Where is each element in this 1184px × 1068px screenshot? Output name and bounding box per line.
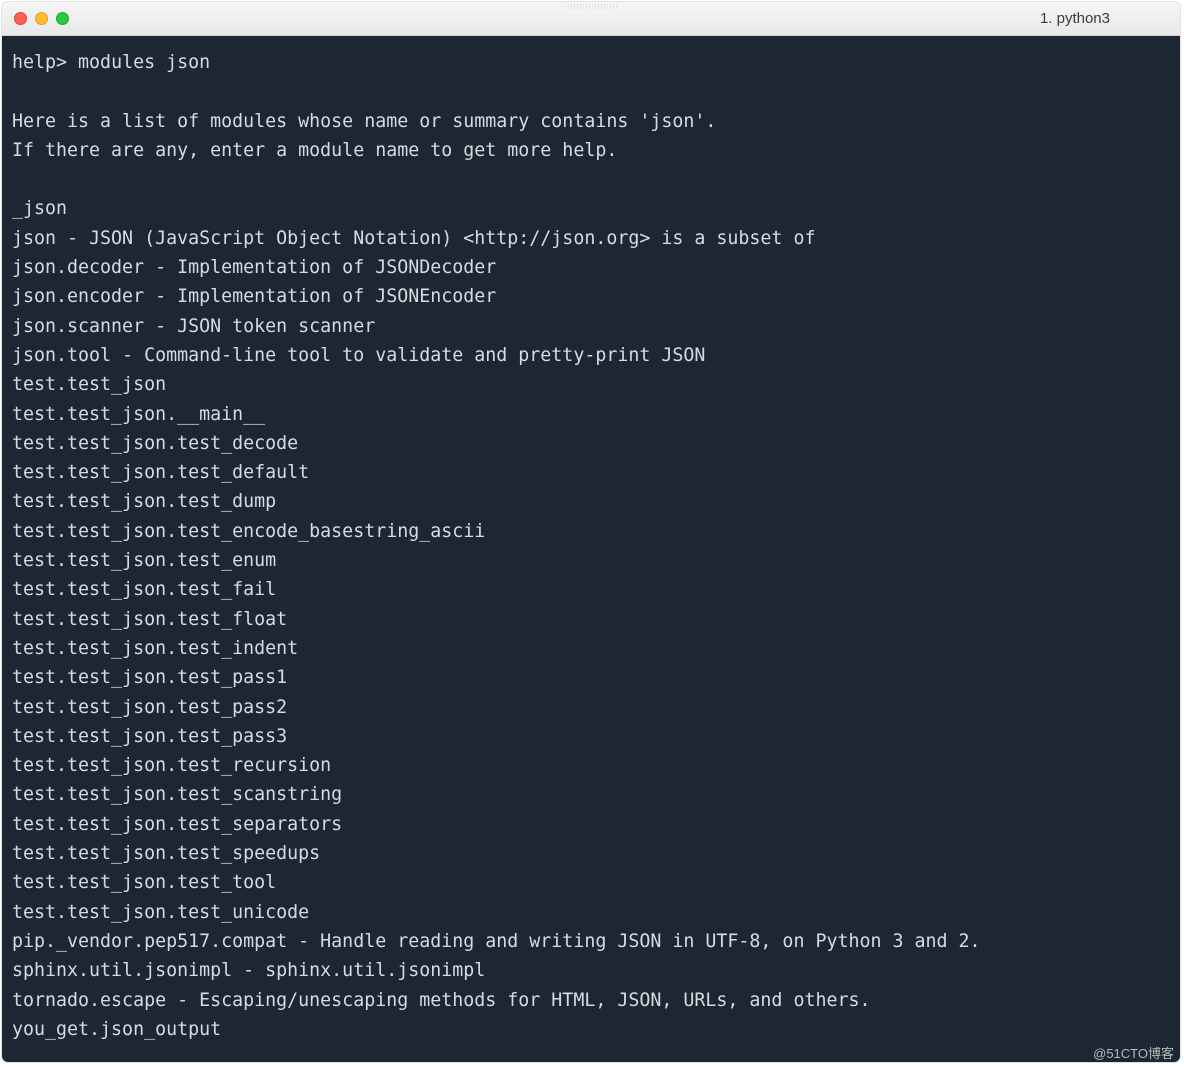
module-line: test.test_json.test_decode: [12, 433, 298, 454]
module-line: test.test_json.test_indent: [12, 638, 298, 659]
traffic-lights: [14, 12, 69, 25]
module-line: test.test_json.__main__: [12, 404, 265, 425]
module-line: test.test_json.test_pass2: [12, 697, 287, 718]
module-line: sphinx.util.jsonimpl - sphinx.util.jsoni…: [12, 960, 485, 981]
terminal-window: 1. python3 help> modules json Here is a …: [2, 2, 1180, 1062]
module-line: json.encoder - Implementation of JSONEnc…: [12, 286, 496, 307]
zoom-icon[interactable]: [56, 12, 69, 25]
window-title: 1. python3: [1040, 10, 1110, 27]
module-line: test.test_json.test_unicode: [12, 902, 309, 923]
titlebar[interactable]: 1. python3: [2, 2, 1180, 36]
module-line: test.test_json.test_pass3: [12, 726, 287, 747]
module-line: test.test_json.test_scanstring: [12, 784, 342, 805]
module-line: test.test_json: [12, 374, 166, 395]
module-line: test.test_json.test_fail: [12, 579, 276, 600]
module-line: test.test_json.test_speedups: [12, 843, 320, 864]
help-prompt-prefix: help>: [12, 52, 78, 73]
module-line: json - JSON (JavaScript Object Notation)…: [12, 228, 815, 249]
module-line: test.test_json.test_default: [12, 462, 309, 483]
watermark-label: @51CTO博客: [1093, 1043, 1174, 1062]
close-icon[interactable]: [14, 12, 27, 25]
module-line: test.test_json.test_recursion: [12, 755, 331, 776]
module-line: test.test_json.test_encode_basestring_as…: [12, 521, 485, 542]
intro-line: Here is a list of modules whose name or …: [12, 111, 716, 132]
module-line: json.tool - Command-line tool to validat…: [12, 345, 705, 366]
module-line: json.decoder - Implementation of JSONDec…: [12, 257, 496, 278]
module-line: test.test_json.test_enum: [12, 550, 276, 571]
module-line: test.test_json.test_pass1: [12, 667, 287, 688]
module-line: test.test_json.test_tool: [12, 872, 276, 893]
titlebar-grip-icon: [565, 4, 617, 9]
minimize-icon[interactable]: [35, 12, 48, 25]
module-line: test.test_json.test_separators: [12, 814, 342, 835]
module-line: tornado.escape - Escaping/unescaping met…: [12, 990, 871, 1011]
terminal-body[interactable]: help> modules json Here is a list of mod…: [2, 36, 1180, 1062]
module-line: test.test_json.test_dump: [12, 491, 276, 512]
module-line: test.test_json.test_float: [12, 609, 287, 630]
help-prompt-command: modules json: [78, 52, 210, 73]
module-line: pip._vendor.pep517.compat - Handle readi…: [12, 931, 981, 952]
module-line: you_get.json_output: [12, 1019, 221, 1040]
module-line: json.scanner - JSON token scanner: [12, 316, 375, 337]
intro-line: If there are any, enter a module name to…: [12, 140, 617, 161]
module-line: _json: [12, 198, 67, 219]
